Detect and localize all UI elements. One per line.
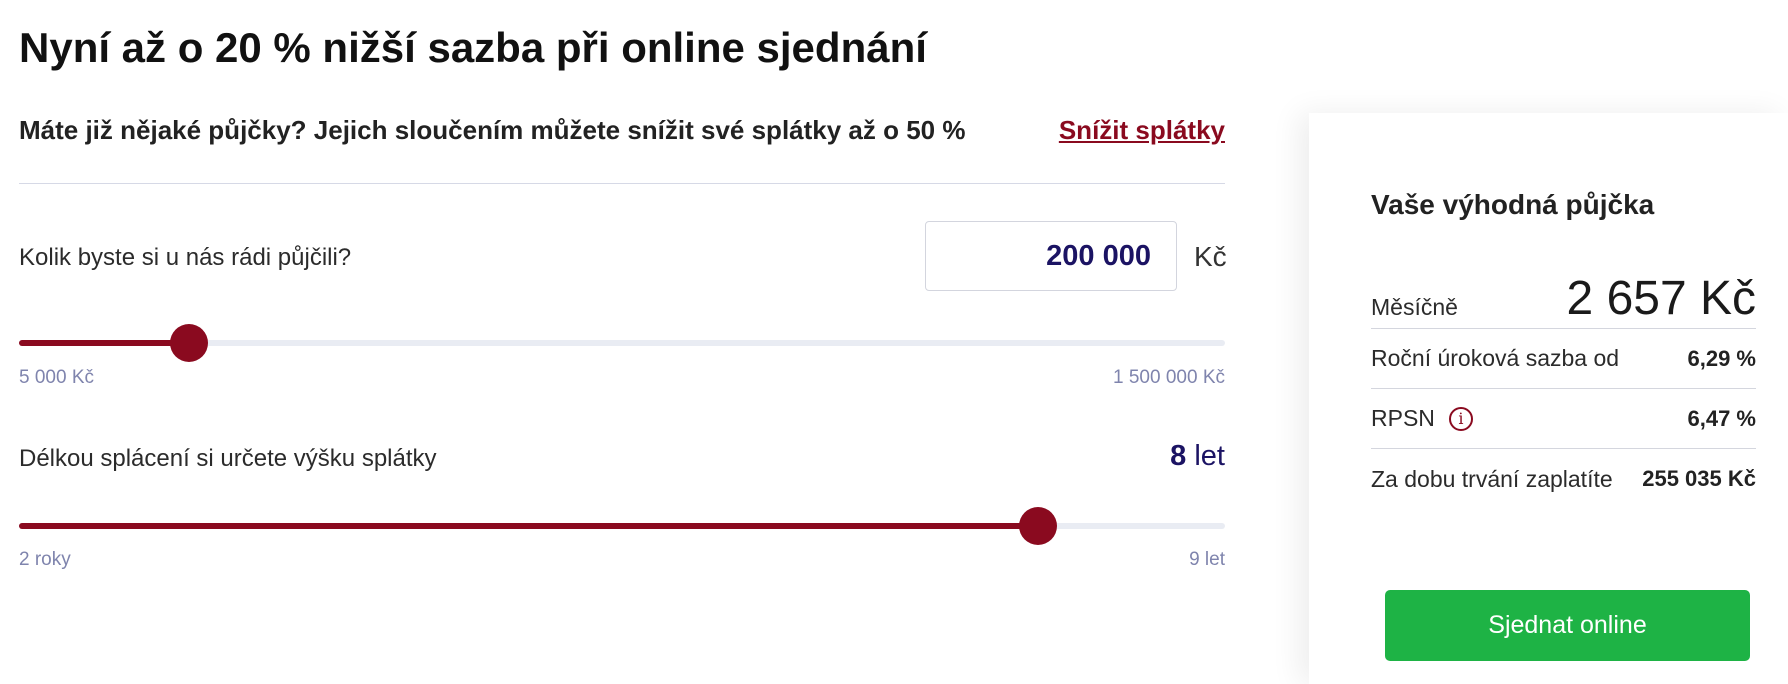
info-circle-icon[interactable]: i [1448,406,1473,431]
summary-title: Vaše výhodná půjčka [1371,189,1655,220]
term-slider-track[interactable] [19,507,1225,545]
rpsn-label: RPSN [1371,405,1435,431]
amount-min-label: 5 000 Kč [19,367,94,388]
term-question: Délkou splácení si určete výšku splátky [19,445,437,472]
amount-slider-track[interactable] [19,324,1225,362]
term-slider-fill [19,523,1039,529]
monthly-label: Měsíčně [1371,294,1458,320]
loan-summary-card: Vaše výhodná půjčka Měsíčně 2 657 Kč Roč… [1309,113,1788,684]
amount-input[interactable]: 200 000 [925,221,1177,291]
total-label: Za dobu trvání zaplatíte [1371,465,1613,492]
consolidation-text: Máte již nějaké půjčky? Jejich sloučením… [19,115,966,145]
term-min-label: 2 roky [19,549,71,570]
amount-currency: Kč [1194,241,1227,272]
rate-label: Roční úroková sazba od [1371,345,1620,371]
total-value: 255 035 Kč [1642,466,1756,491]
page-headline: Nyní až o 20 % nižší sazba při online sj… [19,24,927,71]
term-unit: let [1194,440,1225,472]
term-years: 8 [1170,440,1187,472]
term-slider-handle[interactable] [1019,507,1058,545]
rpsn-row: RPSN i 6,47 % [1371,389,1756,449]
interest-rate-row: Roční úroková sazba od 6,29 % [1371,329,1756,389]
amount-question: Kolik byste si u nás rádi půjčili? [19,244,352,271]
amount-slider-handle[interactable] [170,324,209,362]
rate-value: 6,29 % [1687,345,1757,371]
total-row: Za dobu trvání zaplatíte 255 035 Kč [1371,449,1756,509]
divider [19,183,1225,184]
reduce-payments-link[interactable]: Snížit splátky [1059,115,1225,146]
apply-online-button[interactable]: Sjednat online [1385,590,1750,661]
monthly-value: 2 657 Kč [1566,272,1756,325]
rpsn-label-wrap: RPSN i [1371,405,1473,432]
amount-max-label: 1 500 000 Kč [1113,367,1225,388]
monthly-payment-row: Měsíčně 2 657 Kč [1371,269,1756,329]
rpsn-value: 6,47 % [1687,405,1757,431]
term-max-label: 9 let [1189,549,1225,570]
amount-slider-fill [19,340,190,346]
term-value: 8 let [1170,440,1225,473]
